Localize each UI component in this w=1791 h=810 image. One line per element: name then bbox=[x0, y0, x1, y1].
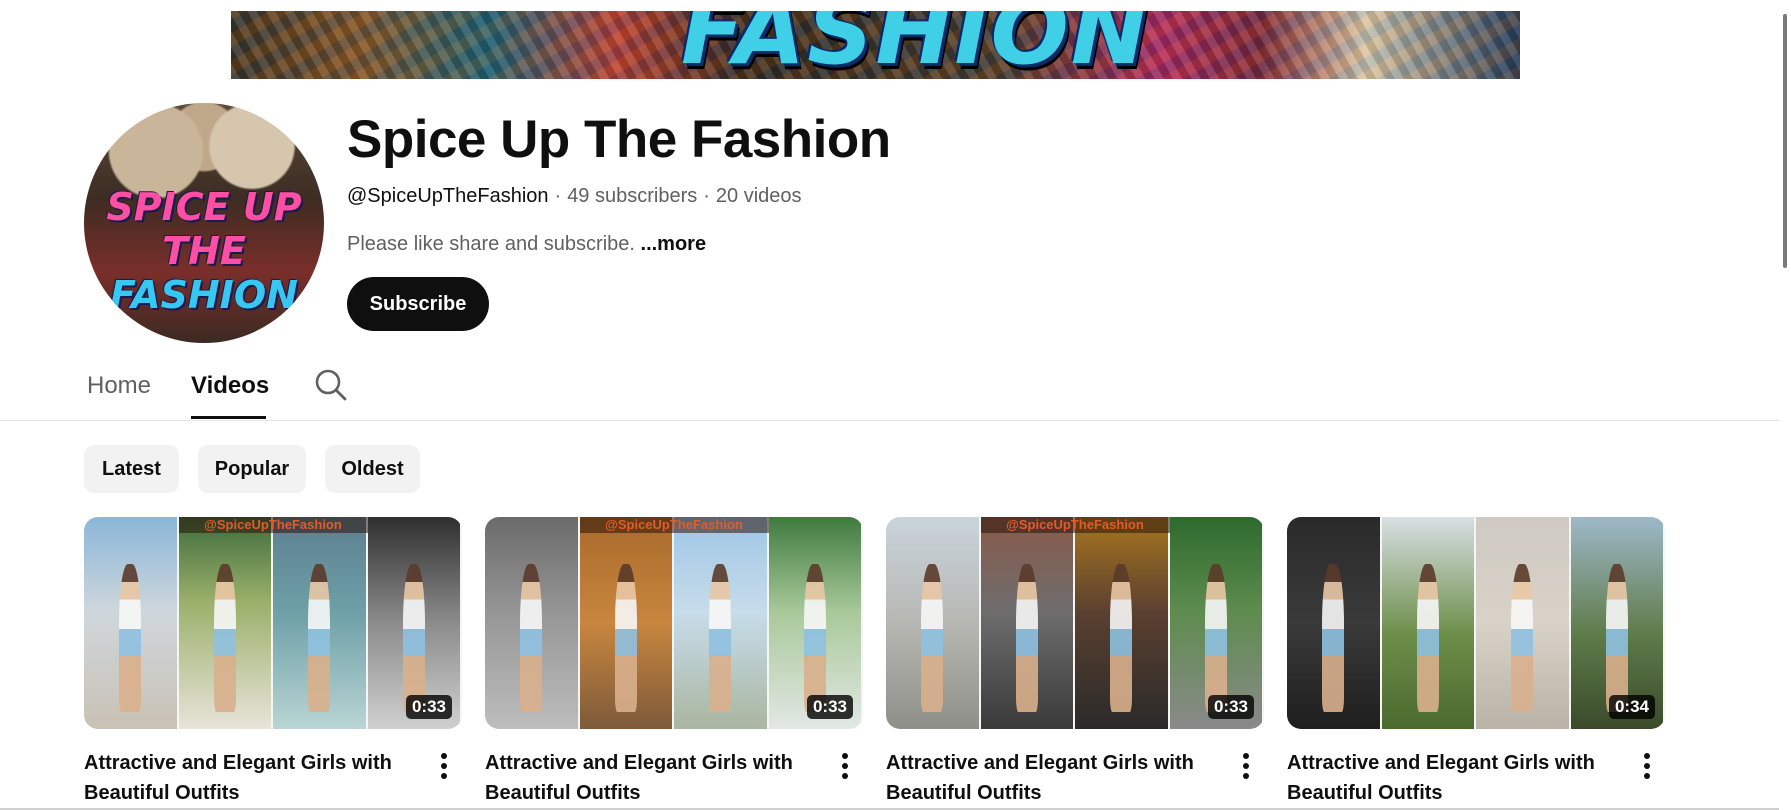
more-vertical-icon[interactable] bbox=[833, 749, 857, 783]
video-thumbnail[interactable]: @SpiceUpTheFashion 0:33 bbox=[886, 517, 1264, 729]
thumbnail-panel bbox=[886, 517, 981, 729]
page-scrollbar[interactable] bbox=[1779, 0, 1791, 810]
channel-handle: @SpiceUpTheFashion bbox=[347, 185, 549, 207]
scrollbar-thumb[interactable] bbox=[1783, 14, 1787, 268]
filter-latest[interactable]: Latest bbox=[84, 445, 179, 493]
channel-banner: FASHION bbox=[231, 11, 1520, 79]
video-card: @SpiceUpTheFashion 0:33 Attractive and E… bbox=[84, 517, 462, 810]
thumbnail-panel bbox=[178, 517, 273, 729]
thumbnail-panel bbox=[1075, 517, 1170, 729]
thumbnail-panel bbox=[273, 517, 368, 729]
avatar-logo-line1: SPICE UP THE bbox=[106, 185, 302, 273]
subscriber-count: 49 subscribers bbox=[567, 185, 698, 207]
thumbnail-panel bbox=[84, 517, 179, 729]
more-link[interactable]: ...more bbox=[641, 233, 707, 255]
video-title[interactable]: Attractive and Elegant Girls with Beauti… bbox=[485, 748, 805, 808]
video-title[interactable]: Attractive and Elegant Girls with Beauti… bbox=[84, 748, 404, 808]
video-thumbnail[interactable]: @SpiceUpTheFashion 0:33 bbox=[485, 517, 863, 729]
banner-wordmark: FASHION bbox=[681, 11, 1150, 79]
thumbnail-watermark: @SpiceUpTheFashion bbox=[178, 517, 368, 533]
video-title[interactable]: Attractive and Elegant Girls with Beauti… bbox=[1287, 748, 1607, 808]
channel-name: Spice Up The Fashion bbox=[347, 110, 891, 169]
video-count: 20 videos bbox=[715, 185, 802, 207]
channel-description[interactable]: Please like share and subscribe. ...more bbox=[347, 231, 706, 257]
subscribe-button[interactable]: Subscribe bbox=[347, 277, 489, 331]
search-icon[interactable] bbox=[313, 367, 349, 403]
filter-popular[interactable]: Popular bbox=[198, 445, 306, 493]
video-duration: 0:33 bbox=[1207, 695, 1254, 719]
video-duration: 0:33 bbox=[806, 695, 853, 719]
thumbnail-watermark: @SpiceUpTheFashion bbox=[579, 517, 769, 533]
video-thumbnail[interactable]: 0:34 bbox=[1287, 517, 1665, 729]
thumbnail-panel bbox=[1287, 517, 1382, 729]
channel-meta: @SpiceUpTheFashion · 49 subscribers · 20 vid… bbox=[347, 183, 802, 209]
more-vertical-icon[interactable] bbox=[432, 749, 456, 783]
thumbnail-panel bbox=[980, 517, 1075, 729]
channel-page: FASHION SPICE UP THE FASHION Spice Up Th… bbox=[0, 0, 1791, 810]
thumbnail-panel bbox=[674, 517, 769, 729]
thumbnail-panel bbox=[485, 517, 580, 729]
meta-separator: · bbox=[554, 185, 562, 207]
video-duration: 0:33 bbox=[405, 695, 452, 719]
description-text: Please like share and subscribe. bbox=[347, 233, 635, 255]
thumbnail-panel bbox=[1476, 517, 1571, 729]
meta-separator: · bbox=[703, 185, 710, 207]
video-duration: 0:34 bbox=[1608, 695, 1655, 719]
avatar-logo-line2: FASHION bbox=[110, 273, 298, 317]
thumbnail-panel bbox=[579, 517, 674, 729]
video-card: 0:34 Attractive and Elegant Girls with B… bbox=[1287, 517, 1665, 810]
more-vertical-icon[interactable] bbox=[1234, 749, 1258, 783]
tab-home[interactable]: Home bbox=[87, 370, 151, 402]
more-vertical-icon[interactable] bbox=[1635, 749, 1659, 783]
video-title[interactable]: Attractive and Elegant Girls with Beauti… bbox=[886, 748, 1206, 808]
thumbnail-panel bbox=[1381, 517, 1476, 729]
video-card: @SpiceUpTheFashion 0:33 Attractive and E… bbox=[886, 517, 1264, 810]
video-thumbnail[interactable]: @SpiceUpTheFashion 0:33 bbox=[84, 517, 462, 729]
filter-oldest[interactable]: Oldest bbox=[325, 445, 420, 493]
active-tab-indicator bbox=[191, 416, 266, 419]
thumbnail-watermark: @SpiceUpTheFashion bbox=[980, 517, 1170, 533]
channel-tabs: Home Videos bbox=[0, 350, 1791, 421]
avatar-logo: SPICE UP THE FASHION bbox=[84, 185, 324, 317]
channel-avatar[interactable]: SPICE UP THE FASHION bbox=[84, 103, 324, 343]
tab-videos[interactable]: Videos bbox=[191, 370, 269, 402]
video-card: @SpiceUpTheFashion 0:33 Attractive and E… bbox=[485, 517, 863, 810]
